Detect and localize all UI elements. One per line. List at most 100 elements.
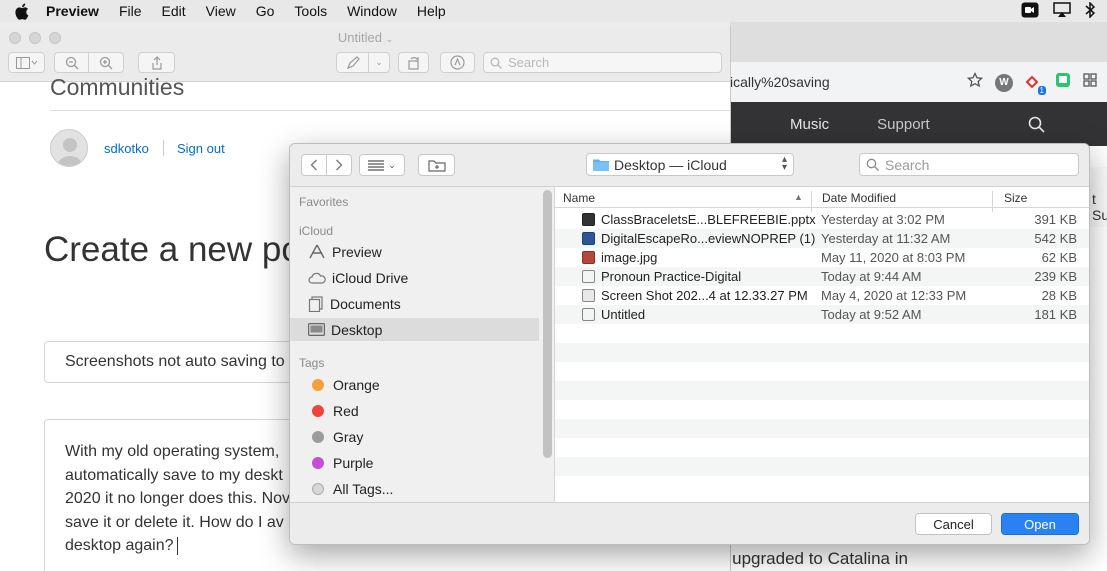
divider [163, 140, 164, 156]
rotate-button[interactable] [398, 52, 429, 73]
sidebar-item-documents[interactable]: Documents [290, 292, 540, 315]
file-list: Name ▲ Date Modified Size ClassBracelets… [555, 187, 1089, 502]
location-popup[interactable]: Desktop — iCloud ▴ ▾ [586, 153, 794, 176]
view-options-button[interactable]: ⌄ [359, 154, 405, 176]
bluetooth-icon[interactable] [1085, 0, 1096, 21]
file-size: 239 KB [1034, 269, 1077, 284]
file-row[interactable]: image.jpg May 11, 2020 at 8:03 PM 62 KB [555, 248, 1089, 267]
zoom-out-icon [65, 56, 78, 69]
preview-app-icon [309, 244, 325, 259]
list-view-icon [368, 159, 385, 171]
bookmark-star-icon[interactable] [966, 71, 984, 93]
pen-icon [346, 55, 360, 69]
file-row[interactable]: Untitled Today at 9:52 AM 181 KB [555, 305, 1089, 324]
menu-file[interactable]: File [109, 0, 152, 22]
communities-title: Communities [50, 74, 185, 100]
sidebar-section-tags: Tags [299, 356, 325, 370]
column-header-size[interactable]: Size [1004, 191, 1027, 205]
file-row[interactable]: Screen Shot 202...4 at 12.33.27 PM May 4… [555, 286, 1089, 305]
screenshot-file-icon [582, 289, 595, 302]
sidebar-item-preview[interactable]: Preview [290, 240, 540, 263]
chevron-down-icon: ⌄ [385, 34, 394, 44]
extension-badge-count: 1 [1037, 85, 1046, 95]
documents-icon [308, 295, 323, 312]
file-size: 62 KB [1041, 250, 1077, 265]
nav-music-link[interactable]: Music [790, 116, 829, 133]
apple-menu-icon[interactable] [14, 2, 30, 20]
zoom-in-button[interactable] [88, 52, 124, 73]
chevron-up-down-icon: ▴ ▾ [781, 154, 787, 173]
nav-support-link[interactable]: Support [877, 116, 930, 133]
menu-tools[interactable]: Tools [284, 0, 337, 22]
forward-button[interactable] [326, 154, 352, 176]
file-row[interactable]: DigitalEscapeRo...eviewNOPREP (1) Yester… [555, 229, 1089, 248]
column-header-name[interactable]: Name [563, 191, 595, 205]
markup-icon [450, 55, 465, 70]
document-file-icon [582, 308, 595, 321]
tag-color-dot [312, 482, 324, 495]
sidebar-tag-red[interactable]: Red [290, 399, 540, 422]
dialog-search-field[interactable]: Search [859, 153, 1079, 176]
search-icon[interactable] [1028, 116, 1045, 133]
share-button[interactable] [138, 52, 175, 73]
dialog-sidebar: Favorites iCloud Preview iCloud Drive Do… [290, 187, 555, 502]
sidebar-item-label: Desktop [331, 321, 383, 338]
file-row[interactable]: Pronoun Practice-Digital Today at 9:44 A… [555, 267, 1089, 286]
browser-address-row: ically%20saving W 1 [730, 62, 1107, 102]
browser-body-text: ave upgraded to Catalina in [700, 549, 908, 568]
sidebar-tag-orange[interactable]: Orange [290, 373, 540, 396]
username-link[interactable]: sdkotko [104, 141, 149, 156]
menu-go[interactable]: Go [246, 0, 285, 22]
sidebar-section-icloud: iCloud [299, 224, 334, 238]
zoom-in-icon [99, 56, 113, 69]
file-date: Yesterday at 3:02 PM [821, 212, 945, 227]
markup-toolbar-button[interactable] [440, 52, 475, 73]
menu-help[interactable]: Help [407, 0, 456, 22]
sidebar-scrollbar[interactable] [543, 190, 552, 458]
airplay-icon[interactable] [1053, 1, 1071, 21]
apps-grid-icon[interactable] [1083, 73, 1097, 92]
markup-pen-menu-button[interactable]: ⌄ [368, 52, 390, 73]
preview-search-field[interactable]: Search [483, 52, 722, 73]
sidebar-all-tags[interactable]: All Tags... [290, 477, 540, 500]
menu-edit[interactable]: Edit [152, 0, 196, 22]
empty-row [555, 438, 1089, 457]
back-button[interactable] [301, 154, 327, 176]
extension-badge-icon[interactable]: 1 [1025, 74, 1046, 95]
sidebar-tag-gray[interactable]: Gray [290, 425, 540, 448]
apple-site-nav: Music Support [730, 102, 1107, 146]
extension-green-icon[interactable] [1055, 72, 1071, 93]
chevron-left-icon [310, 159, 317, 171]
partial-tab-label: t Su [1087, 167, 1107, 227]
open-button[interactable]: Open [1001, 513, 1079, 535]
empty-row [555, 381, 1089, 400]
sidebar-item-label: Purple [333, 454, 374, 471]
zoom-out-button[interactable] [54, 52, 89, 73]
extension-w-icon[interactable]: W [995, 73, 1013, 92]
sort-ascending-icon: ▲ [794, 192, 803, 202]
sidebar-item-icloud-drive[interactable]: iCloud Drive [290, 266, 540, 289]
menu-app-preview[interactable]: Preview [44, 0, 109, 22]
file-row[interactable]: ClassBraceletsE...BLEFREEBIE.pptx Yester… [555, 210, 1089, 229]
menu-view[interactable]: View [196, 0, 246, 22]
menu-window[interactable]: Window [337, 0, 407, 22]
chevron-down-icon: ⌄ [375, 57, 383, 67]
sidebar-toggle-button[interactable] [8, 52, 45, 73]
sign-out-link[interactable]: Sign out [177, 141, 225, 156]
markup-pen-button[interactable] [336, 52, 369, 73]
file-name: Untitled [601, 307, 646, 322]
dialog-footer: Cancel Open [290, 502, 1089, 544]
sidebar-item-desktop[interactable]: Desktop [290, 318, 539, 341]
window-title[interactable]: Untitled ⌄ [0, 30, 730, 45]
cloud-icon [308, 272, 326, 284]
column-header-date[interactable]: Date Modified [822, 191, 896, 205]
chevron-down-icon: ⌄ [388, 159, 396, 170]
file-name: Screen Shot 202...4 at 12.33.27 PM [601, 288, 808, 303]
sidebar-tag-purple[interactable]: Purple [290, 451, 540, 474]
avatar[interactable] [50, 129, 88, 167]
browser-url-text[interactable]: ically%20saving [730, 74, 830, 90]
new-folder-button[interactable] [418, 154, 455, 176]
facetime-camera-icon[interactable] [1021, 2, 1039, 21]
empty-row [555, 343, 1089, 362]
cancel-button[interactable]: Cancel [915, 513, 992, 535]
